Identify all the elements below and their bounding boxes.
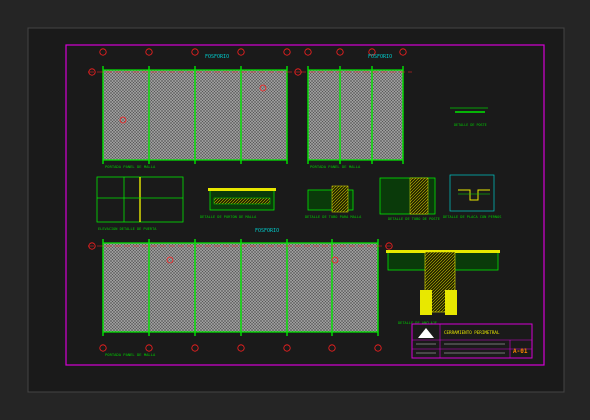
panel-caption: PORTADA PANEL DE MALLA	[105, 164, 156, 169]
cad-drawing: FOSFORIO PORTADA PANEL DE MALLA FOSFORIO…	[27, 27, 565, 393]
panel-caption: PORTADA PANEL DE MALLA	[310, 164, 361, 169]
title-block-name: CERRAMIENTO PERIMETRAL	[444, 330, 500, 335]
detail-caption: DETALLE DE PLACA CON PERNOS	[443, 215, 501, 219]
section-title: FOSFORIO	[255, 228, 279, 234]
section-title: FOSFORIO	[368, 54, 392, 60]
detail-caption: DETALLE DE TUBO DE POSTE	[388, 217, 440, 221]
mesh-fill	[307, 69, 404, 161]
title-block-sheet: A-01	[513, 348, 528, 355]
panel-caption: PORTADA PANEL DE MALLA	[105, 352, 156, 357]
detail-caption: DETALLE DE PORTON DE MALLA	[200, 215, 257, 219]
cad-drawing-viewport[interactable]: FOSFORIO PORTADA PANEL DE MALLA FOSFORIO…	[0, 0, 590, 420]
section-title: FOSFORIO	[205, 54, 229, 60]
title-block[interactable]: CERRAMIENTO PERIMETRAL A-01	[411, 323, 533, 359]
detail-caption: ELEVACION DETALLE DE PUERTA	[98, 227, 157, 231]
detail-caption: DETALLE DE TUBO PARA MALLA	[305, 215, 362, 219]
corner-note-text: DETALLE DE POSTE	[454, 123, 487, 127]
